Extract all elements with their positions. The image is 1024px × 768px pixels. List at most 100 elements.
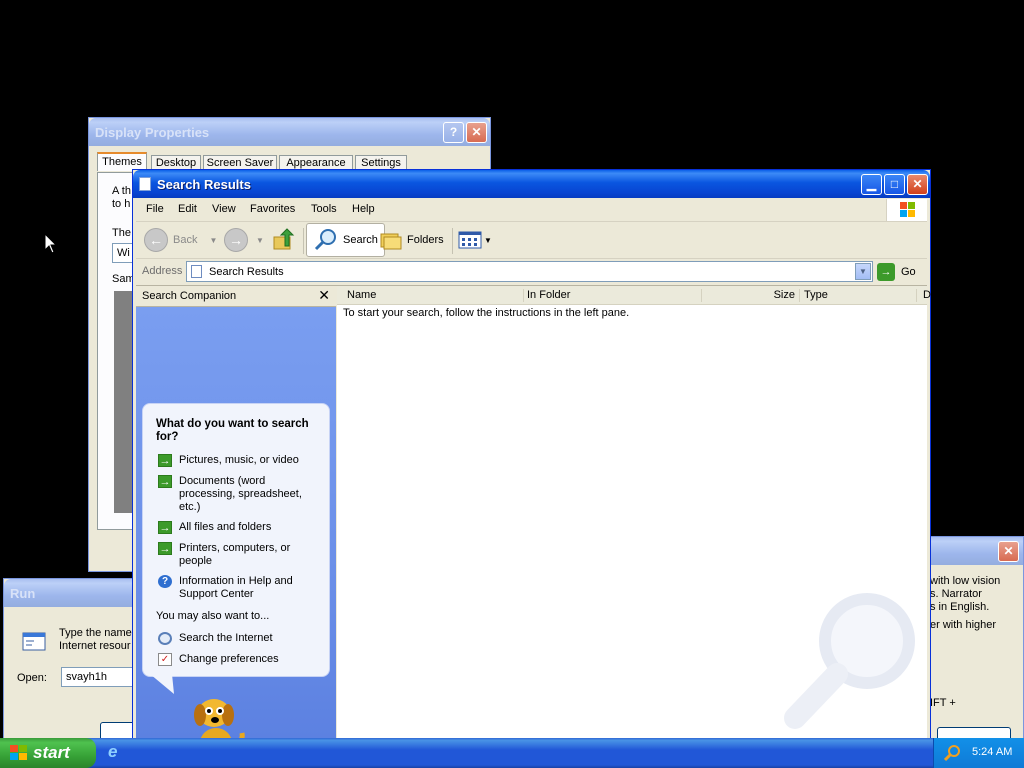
green-arrow-icon: → bbox=[158, 542, 172, 555]
green-arrow-icon: → bbox=[158, 454, 172, 467]
menu-tools[interactable]: Tools bbox=[311, 203, 337, 215]
window-app-icon bbox=[139, 177, 151, 191]
option-pictures-label: Pictures, music, or video bbox=[179, 454, 299, 466]
menu-bar: File Edit View Favorites Tools Help bbox=[136, 199, 927, 222]
search-companion-pane: Search Companion ✕ What do you want to s… bbox=[136, 286, 336, 762]
go-button[interactable]: → Go bbox=[877, 262, 916, 282]
help-button[interactable]: ? bbox=[443, 122, 464, 143]
option-all-files-label: All files and folders bbox=[179, 521, 272, 533]
help-icon: ? bbox=[158, 575, 172, 588]
narrator-text-5: IFT + bbox=[930, 697, 956, 709]
instructions-text: To start your search, follow the instruc… bbox=[343, 307, 630, 319]
close-button[interactable]: ✕ bbox=[907, 174, 928, 195]
column-name[interactable]: Name bbox=[343, 289, 524, 302]
column-type[interactable]: Type bbox=[800, 289, 917, 302]
title-bar: Display Properties ? ✕ bbox=[89, 118, 490, 146]
folders-label: Folders bbox=[407, 234, 444, 246]
back-label: Back bbox=[173, 234, 198, 246]
search-companion-title: Search Companion bbox=[142, 290, 237, 302]
mouse-cursor bbox=[44, 232, 58, 258]
window-title: Search Results bbox=[157, 177, 251, 192]
green-arrow-icon: → bbox=[158, 475, 172, 488]
system-tray: 5:24 AM bbox=[933, 738, 1024, 768]
open-label: Open: bbox=[17, 672, 47, 684]
open-input-value: svayh1h bbox=[66, 671, 107, 683]
bubble-tail bbox=[150, 674, 174, 694]
up-folder-icon bbox=[273, 228, 295, 250]
narrator-text-4: er with higher bbox=[930, 619, 997, 631]
go-label: Go bbox=[901, 266, 916, 278]
taskbar: start e 5:24 AM bbox=[0, 738, 1024, 768]
address-input[interactable]: Search Results ▼ bbox=[186, 261, 873, 282]
folders-icon bbox=[380, 233, 402, 250]
description-text-2: to h bbox=[112, 198, 131, 210]
start-button[interactable]: start bbox=[0, 738, 96, 768]
option-documents-label: Documents (word processing, spreadsheet,… bbox=[179, 475, 302, 513]
run-dialog: Run Type the name Internet resour Open: … bbox=[3, 578, 151, 744]
views-icon bbox=[458, 231, 482, 249]
menu-favorites[interactable]: Favorites bbox=[250, 203, 295, 215]
views-dropdown-icon: ▼ bbox=[484, 235, 492, 245]
toolbar: ← Back ▼ → ▼ Search Folders ▼ bbox=[136, 222, 927, 259]
theme-dropdown-value: Wi bbox=[117, 247, 130, 259]
column-size[interactable]: Size bbox=[702, 289, 800, 302]
column-in-folder[interactable]: In Folder bbox=[524, 289, 702, 302]
column-date[interactable]: D bbox=[923, 289, 933, 302]
search-icon bbox=[314, 229, 336, 251]
menu-view[interactable]: View bbox=[212, 203, 236, 215]
close-button[interactable]: ✕ bbox=[998, 541, 1019, 562]
taskbar-ie-button[interactable]: e bbox=[104, 741, 134, 765]
back-arrow-icon: ← bbox=[144, 228, 168, 252]
go-arrow-icon: → bbox=[877, 263, 895, 281]
forward-button[interactable]: → ▼ bbox=[224, 225, 264, 255]
search-tray-icon bbox=[944, 745, 960, 762]
window-title: Display Properties bbox=[95, 125, 210, 140]
start-label: start bbox=[33, 743, 70, 762]
maximize-button[interactable]: □ bbox=[884, 174, 905, 195]
menu-edit[interactable]: Edit bbox=[178, 203, 197, 215]
title-bar: Search Results ▁ □ ✕ bbox=[133, 170, 930, 198]
close-pane-icon[interactable]: ✕ bbox=[318, 287, 330, 304]
address-dropdown-button[interactable]: ▼ bbox=[855, 263, 871, 280]
search-label: Search bbox=[343, 234, 378, 246]
toolbar-separator bbox=[303, 228, 304, 254]
also-heading: You may also want to... bbox=[156, 610, 270, 622]
menu-help[interactable]: Help bbox=[352, 203, 375, 215]
run-description-2: Internet resour bbox=[59, 640, 131, 652]
window-title: Run bbox=[10, 586, 36, 601]
magnifier-watermark-icon bbox=[784, 593, 915, 729]
menu-file[interactable]: File bbox=[146, 203, 164, 215]
address-page-icon bbox=[191, 265, 202, 278]
search-options-bubble: What do you want to search for? → Pictur… bbox=[142, 403, 330, 677]
search-results-window: Search Results ▁ □ ✕ File Edit View Favo… bbox=[132, 169, 931, 766]
narrator-text-1: with low vision bbox=[930, 575, 1001, 587]
ie-icon: e bbox=[108, 742, 118, 761]
windows-logo-icon bbox=[886, 199, 927, 221]
up-folder-button[interactable] bbox=[272, 225, 296, 255]
forward-arrow-icon: → bbox=[224, 228, 248, 252]
close-button[interactable]: ✕ bbox=[466, 122, 487, 143]
results-pane: Name In Folder Size Type D To start your… bbox=[337, 286, 931, 762]
search-companion-header: Search Companion ✕ bbox=[136, 286, 336, 307]
search-question: What do you want to search for? bbox=[156, 418, 309, 443]
address-label: Address bbox=[142, 265, 183, 277]
internet-search-icon bbox=[158, 632, 172, 645]
address-bar: Address Search Results ▼ → Go bbox=[136, 259, 927, 286]
folders-button[interactable]: Folders bbox=[379, 225, 444, 255]
option-search-internet-label: Search the Internet bbox=[179, 632, 273, 644]
views-button[interactable]: ▼ bbox=[458, 225, 492, 255]
green-arrow-icon: → bbox=[158, 521, 172, 534]
title-bar: Run bbox=[4, 579, 142, 607]
run-description-1: Type the name bbox=[59, 627, 132, 639]
address-value: Search Results bbox=[209, 266, 284, 278]
search-button[interactable]: Search bbox=[306, 223, 385, 257]
back-button[interactable]: ← Back ▼ bbox=[144, 225, 217, 255]
option-change-preferences-label: Change preferences bbox=[179, 653, 279, 665]
run-icon bbox=[20, 631, 48, 653]
minimize-button[interactable]: ▁ bbox=[861, 174, 882, 195]
narrator-text-3: s in English. bbox=[930, 601, 990, 613]
column-header: Name In Folder Size Type D bbox=[337, 286, 931, 305]
narrator-text-2: s. Narrator bbox=[930, 588, 982, 600]
forward-dropdown-icon: ▼ bbox=[256, 235, 264, 245]
option-printers-label: Printers, computers, or people bbox=[179, 542, 291, 567]
